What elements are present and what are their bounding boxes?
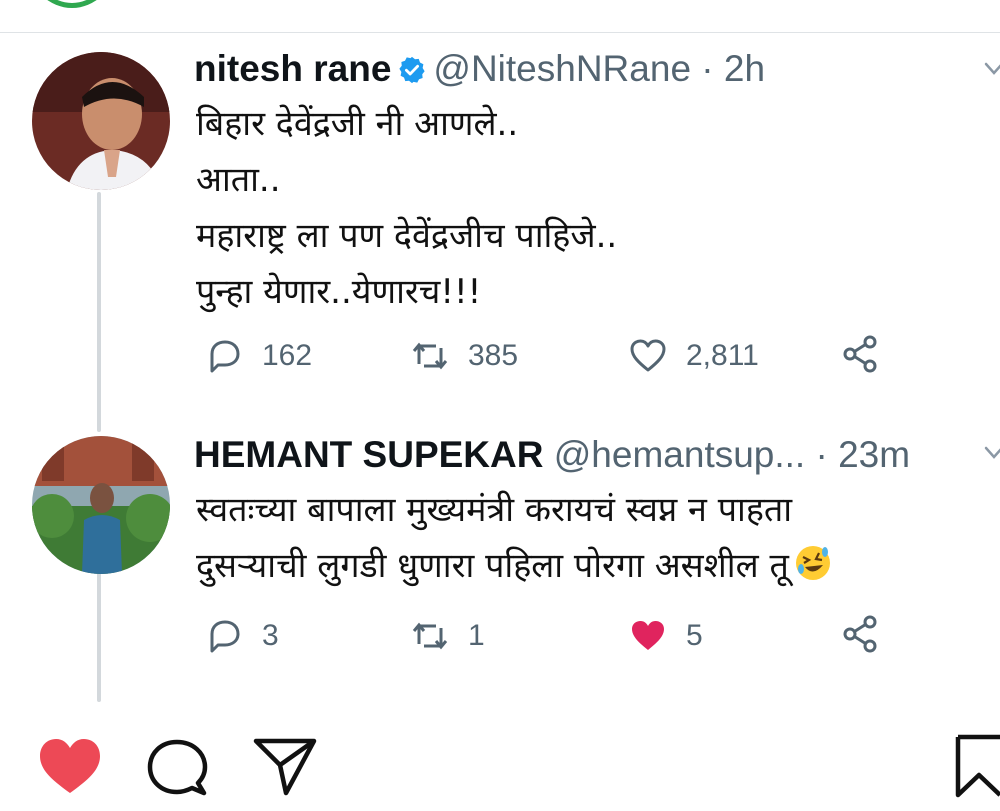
share-direct-icon[interactable] — [252, 735, 318, 797]
like-count: 5 — [686, 619, 703, 652]
verified-badge-icon — [397, 55, 427, 85]
tweet-header: nitesh rane @NiteshNRane · 2h — [194, 48, 765, 90]
reply-icon — [204, 336, 244, 376]
author-name[interactable]: nitesh rane — [194, 48, 391, 89]
avatar-photo — [32, 52, 170, 190]
share-icon — [840, 334, 880, 374]
heart-icon — [628, 616, 668, 656]
avatar-nitesh-rane[interactable] — [32, 52, 170, 190]
like-button[interactable]: 2,811 — [628, 336, 759, 376]
separator-dot: · — [815, 434, 828, 475]
retweet-icon — [410, 616, 450, 656]
separator-dot: · — [701, 48, 714, 89]
retweet-count: 1 — [468, 619, 485, 652]
bookmark-icon[interactable] — [954, 733, 1000, 799]
tweet-time[interactable]: 23m — [838, 434, 910, 475]
reply-button[interactable]: 3 — [204, 616, 279, 656]
share-button[interactable] — [840, 334, 880, 374]
retweet-icon — [410, 336, 450, 376]
tweet-line: दुसऱ्याची लुगडी धुणारा पहिला पोरगा असशील… — [196, 546, 789, 586]
top-logo — [30, 0, 114, 8]
share-icon — [840, 614, 880, 654]
reply-count: 3 — [262, 619, 279, 652]
tweet-line: महाराष्ट्र ला पण देवेंद्रजीच पाहिजे.. — [196, 216, 618, 256]
tweet-time[interactable]: 2h — [724, 48, 765, 89]
tweet-line: आता.. — [196, 160, 281, 200]
tweet-line: पुन्हा येणार..येणारच!!! — [196, 272, 482, 312]
like-button[interactable]: 5 — [628, 616, 703, 656]
tweet-line-with-emoji: दुसऱ्याची लुगडी धुणारा पहिला पोरगा असशील… — [196, 538, 833, 594]
retweet-button[interactable]: 1 — [410, 616, 485, 656]
avatar-photo — [32, 436, 170, 574]
tweet-line: स्वतःच्या बापाला मुख्यमंत्री करायचं स्वप… — [196, 490, 793, 530]
chevron-down-icon[interactable] — [984, 62, 1000, 76]
rolling-on-floor-laughing-emoji — [793, 543, 833, 583]
retweet-count: 385 — [468, 339, 519, 372]
thread-line — [97, 572, 101, 702]
share-button[interactable] — [840, 614, 880, 654]
reply-count: 162 — [262, 339, 313, 372]
tweet-text: बिहार देवेंद्रजी नी आणले.. आता.. महाराष्… — [196, 96, 617, 320]
avatar-hemant-supekar[interactable] — [32, 436, 170, 574]
thread-line — [97, 192, 101, 432]
top-divider — [0, 32, 1000, 33]
tweet-line: बिहार देवेंद्रजी नी आणले.. — [196, 104, 519, 144]
author-handle[interactable]: @NiteshNRane — [433, 48, 691, 89]
chevron-down-icon[interactable] — [984, 446, 1000, 460]
tweet-text: स्वतःच्या बापाला मुख्यमंत्री करायचं स्वप… — [196, 482, 833, 594]
tweet-header: HEMANT SUPEKAR @hemantsup... · 23m — [194, 434, 910, 476]
comment-icon[interactable] — [146, 737, 208, 799]
post-action-bar — [0, 705, 1000, 811]
author-handle[interactable]: @hemantsup... — [554, 434, 805, 475]
like-heart-icon[interactable] — [36, 735, 104, 797]
like-count: 2,811 — [686, 339, 759, 372]
heart-icon — [628, 336, 668, 376]
author-name[interactable]: HEMANT SUPEKAR — [194, 434, 543, 475]
reply-icon — [204, 616, 244, 656]
reply-button[interactable]: 162 — [204, 336, 312, 376]
retweet-button[interactable]: 385 — [410, 336, 518, 376]
